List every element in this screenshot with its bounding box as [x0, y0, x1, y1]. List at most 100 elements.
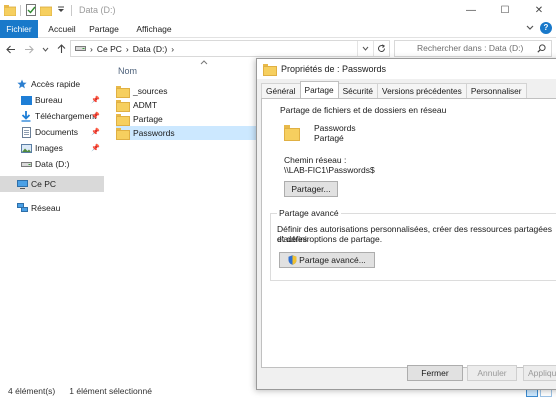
tab-versions-precedentes[interactable]: Versions précédentes: [377, 83, 467, 98]
refresh-icon: [378, 44, 386, 52]
dialog-tabs: Général Partage Sécurité Versions précéd…: [261, 81, 527, 98]
sort-ascending-icon: [200, 60, 208, 67]
separator: [20, 4, 21, 16]
nav-item-acces-rapide[interactable]: Accès rapide: [0, 76, 104, 92]
apply-button[interactable]: Appliquer: [523, 365, 556, 381]
address-bar[interactable]: › Ce PC › Data (D:) ›: [70, 40, 390, 57]
advanced-sharing-group: Partage avancé Définir des autorisations…: [270, 208, 556, 281]
ribbon-right: ?: [526, 22, 552, 34]
list-item[interactable]: ADMT: [116, 98, 260, 112]
tab-accueil[interactable]: Accueil: [42, 20, 82, 38]
pin-icon[interactable]: 📌: [91, 144, 100, 152]
close-dialog-button[interactable]: Fermer: [407, 365, 463, 381]
refresh-button[interactable]: [373, 41, 389, 56]
window-controls: — ☐ ✕: [454, 0, 556, 20]
maximize-button[interactable]: ☐: [488, 0, 522, 20]
nav-item-telechargements[interactable]: Téléchargement 📌: [0, 108, 104, 124]
shared-folder-icon: [284, 125, 300, 141]
title-bar: Data (D:) — ☐ ✕: [0, 0, 556, 20]
advanced-sharing-button-label: Partage avancé...: [299, 255, 366, 265]
shared-folder-name: Passwords: [314, 123, 356, 133]
column-header-nom[interactable]: Nom: [118, 66, 137, 76]
tab-partage-active[interactable]: Partage: [299, 81, 339, 98]
forward-button[interactable]: [22, 41, 36, 57]
folder-icon: [116, 100, 130, 112]
share-state: Partagé: [314, 133, 344, 143]
folder-icon: [116, 114, 130, 126]
network-icon: [16, 202, 28, 214]
pin-icon[interactable]: 📌: [91, 112, 100, 120]
nav-item-bureau[interactable]: Bureau 📌: [0, 92, 104, 108]
up-arrow-icon: [57, 44, 65, 53]
drive-icon: [75, 44, 86, 54]
nav-item-reseau[interactable]: Réseau: [0, 200, 104, 216]
address-row: › Ce PC › Data (D:) › Rechercher dans : …: [0, 38, 556, 60]
tab-affichage[interactable]: Affichage: [130, 20, 178, 38]
nav-item-label: Accès rapide: [31, 79, 81, 89]
forward-arrow-icon: [25, 45, 34, 53]
nav-item-data-d[interactable]: Data (D:): [0, 156, 104, 172]
file-name: _sources: [133, 86, 168, 96]
file-name: Passwords: [133, 128, 175, 138]
network-path-value: \\LAB-FIC1\Passwords$: [284, 165, 375, 175]
nav-item-label: Data (D:): [35, 159, 70, 169]
chevron-down-icon: [362, 46, 369, 51]
list-item[interactable]: _sources: [116, 84, 260, 98]
window-title: Data (D:): [79, 5, 116, 15]
nav-item-images[interactable]: Images 📌: [0, 140, 104, 156]
selection-count: 1 élément sélectionné: [69, 386, 152, 396]
group-title: Partage avancé: [277, 208, 341, 218]
new-folder-icon[interactable]: [40, 4, 52, 16]
folder-icon: [116, 86, 130, 98]
list-item[interactable]: Partage: [116, 112, 260, 126]
up-button[interactable]: [54, 41, 68, 57]
address-actions: [357, 41, 389, 56]
close-button[interactable]: ✕: [522, 0, 556, 20]
breadcrumb-separator: ›: [171, 43, 175, 54]
breadcrumb-separator: ›: [90, 43, 93, 54]
customize-quick-access-icon[interactable]: [55, 4, 67, 16]
item-count: 4 élément(s): [8, 386, 56, 396]
nav-item-documents[interactable]: Documents 📌: [0, 124, 104, 140]
pin-icon[interactable]: 📌: [91, 96, 100, 104]
cancel-button[interactable]: Annuler: [467, 365, 517, 381]
tab-personnaliser[interactable]: Personnaliser: [465, 83, 527, 98]
pc-icon: [16, 178, 28, 190]
folder-icon: [116, 128, 130, 140]
minimize-button[interactable]: —: [454, 0, 488, 20]
help-button[interactable]: ?: [540, 22, 552, 34]
properties-icon[interactable]: [25, 4, 37, 16]
nav-item-ce-pc[interactable]: Ce PC: [0, 176, 104, 192]
address-history-button[interactable]: [357, 41, 373, 56]
search-input[interactable]: Rechercher dans : Data (D:): [394, 40, 552, 57]
star-icon: [16, 78, 28, 90]
back-button[interactable]: [4, 41, 18, 57]
breadcrumb-data-d[interactable]: Data (D:): [133, 44, 167, 54]
breadcrumb-ce-pc[interactable]: Ce PC: [97, 44, 122, 54]
nav-item-label: Documents: [35, 127, 78, 137]
ribbon-tabs: Fichier Accueil Partage Affichage ?: [0, 20, 556, 38]
nav-item-label: Réseau: [31, 203, 61, 213]
network-sharing-group: Partage de fichiers et de dossiers en ré…: [270, 105, 556, 197]
tab-general[interactable]: Général: [261, 83, 301, 98]
expand-ribbon-icon[interactable]: [526, 23, 534, 33]
dialog-title: Propriétés de : Passwords: [281, 64, 387, 74]
share-button[interactable]: Partager...: [284, 181, 338, 197]
folder-icon: [4, 4, 16, 16]
separator: [71, 4, 72, 16]
list-item-selected[interactable]: Passwords: [116, 126, 260, 140]
uac-shield-icon: [288, 255, 297, 265]
search-placeholder: Rechercher dans : Data (D:): [417, 43, 524, 53]
advanced-description-line2: d'autres options de partage.: [277, 234, 383, 244]
tab-fichier[interactable]: Fichier: [0, 20, 38, 38]
nav-item-label: Images: [35, 143, 63, 153]
advanced-sharing-button[interactable]: Partage avancé...: [279, 252, 375, 268]
nav-item-label: Téléchargement: [35, 111, 97, 121]
tab-securite[interactable]: Sécurité: [337, 83, 379, 98]
quick-access-toolbar: [0, 0, 73, 20]
pin-icon[interactable]: 📌: [91, 128, 100, 136]
recent-locations-button[interactable]: [38, 41, 52, 57]
tab-partage[interactable]: Partage: [84, 20, 124, 38]
properties-dialog: Propriétés de : Passwords Général Partag…: [256, 58, 556, 390]
download-icon: [20, 110, 32, 122]
